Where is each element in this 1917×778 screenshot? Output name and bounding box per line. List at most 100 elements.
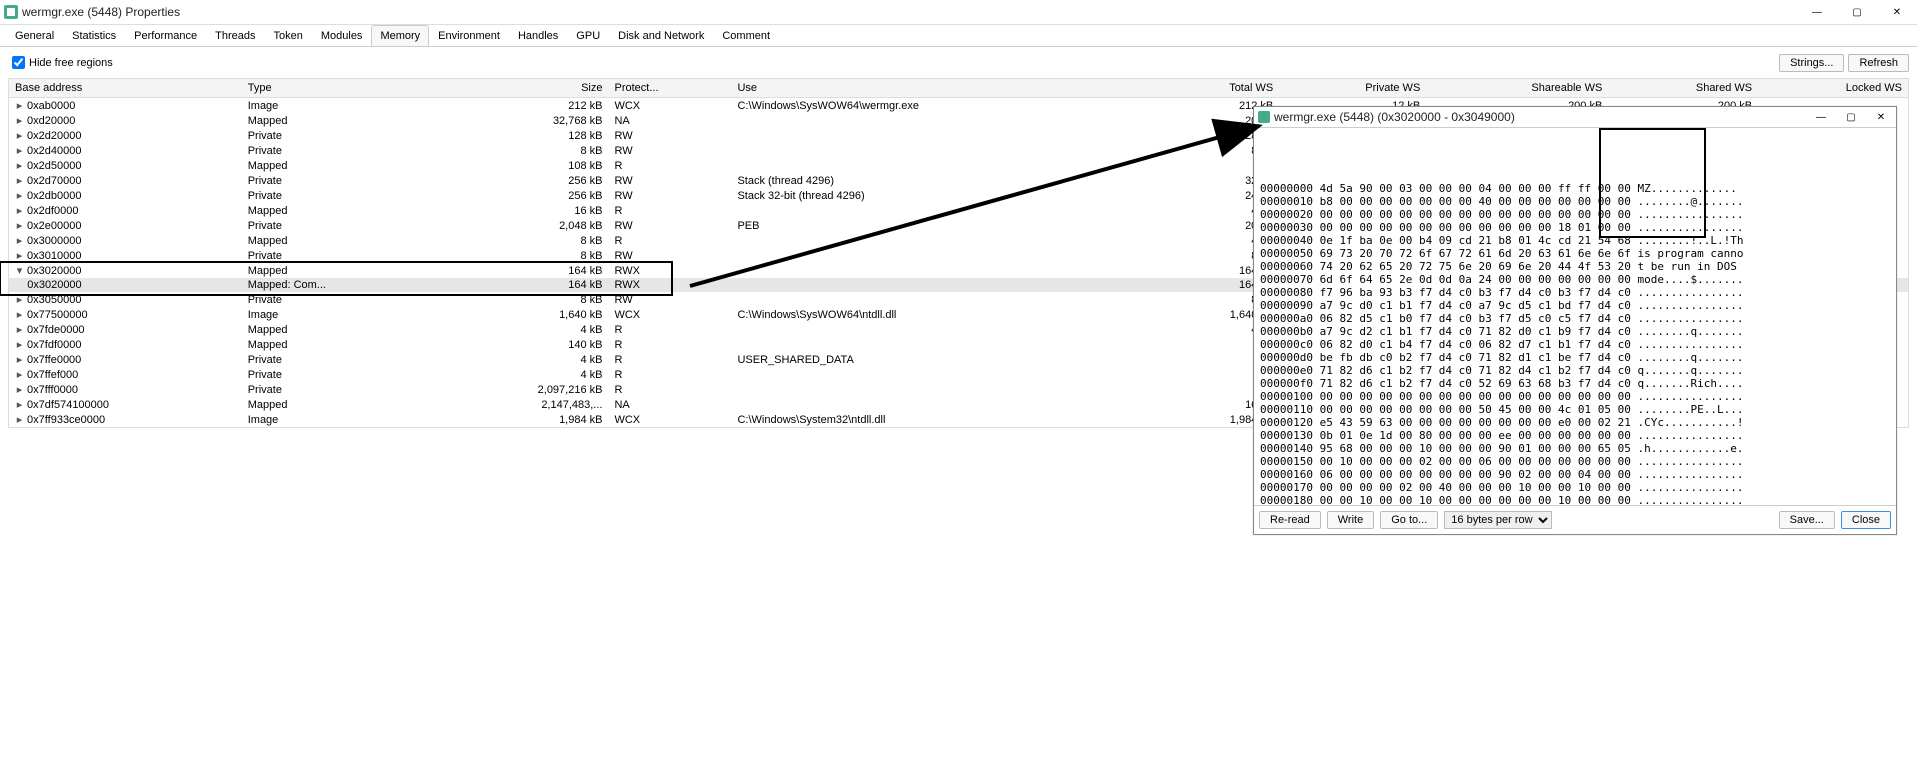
cell: R bbox=[608, 352, 731, 367]
goto-button[interactable]: Go to... bbox=[1380, 511, 1438, 529]
cell: R bbox=[608, 322, 731, 337]
cell: RW bbox=[608, 248, 731, 263]
tab-threads[interactable]: Threads bbox=[206, 25, 264, 46]
column-header[interactable]: Locked WS bbox=[1758, 79, 1908, 98]
column-header[interactable]: Type bbox=[242, 79, 440, 98]
cell: Mapped bbox=[242, 263, 440, 278]
tab-token[interactable]: Token bbox=[265, 25, 312, 46]
tab-comment[interactable]: Comment bbox=[713, 25, 779, 46]
tab-performance[interactable]: Performance bbox=[125, 25, 206, 46]
base-address-cell: ▸ 0x7df574100000 bbox=[9, 397, 242, 412]
cell: R bbox=[608, 337, 731, 352]
tab-modules[interactable]: Modules bbox=[312, 25, 372, 46]
close-hex-button[interactable]: Close bbox=[1841, 511, 1891, 529]
base-address-cell: ▸ 0x7fde0000 bbox=[9, 322, 242, 337]
cell: Private bbox=[242, 143, 440, 158]
cell: C:\Windows\System32\ntdll.dll bbox=[731, 412, 1156, 427]
cell bbox=[731, 322, 1156, 337]
minimize-button[interactable]: — bbox=[1797, 0, 1837, 24]
base-address-cell: ▸ 0x7ffef000 bbox=[9, 367, 242, 382]
cell: RWX bbox=[608, 278, 731, 292]
cell: R bbox=[608, 158, 731, 173]
refresh-button[interactable]: Refresh bbox=[1848, 54, 1909, 72]
cell: Private bbox=[242, 367, 440, 382]
cell: Mapped bbox=[242, 203, 440, 218]
column-header[interactable]: Use bbox=[731, 79, 1156, 98]
hex-close-button[interactable]: ✕ bbox=[1866, 107, 1896, 127]
close-button[interactable]: ✕ bbox=[1877, 0, 1917, 24]
base-address-cell: ▸ 0x2d50000 bbox=[9, 158, 242, 173]
tab-general[interactable]: General bbox=[6, 25, 63, 46]
cell bbox=[731, 233, 1156, 248]
cell: RW bbox=[608, 218, 731, 233]
cell: Mapped bbox=[242, 113, 440, 128]
base-address-cell: ▸ 0x2df0000 bbox=[9, 203, 242, 218]
cell: Image bbox=[242, 307, 440, 322]
tab-statistics[interactable]: Statistics bbox=[63, 25, 125, 46]
cell: 4 kB bbox=[440, 322, 609, 337]
cell: 16 kB bbox=[440, 203, 609, 218]
cell: 164 kB bbox=[440, 278, 609, 292]
save-button[interactable]: Save... bbox=[1779, 511, 1835, 529]
column-header[interactable]: Total WS bbox=[1156, 79, 1279, 98]
cell: 8 kB bbox=[440, 248, 609, 263]
cell: C:\Windows\SysWOW64\wermgr.exe bbox=[731, 98, 1156, 114]
column-header[interactable]: Protect... bbox=[608, 79, 731, 98]
tab-gpu[interactable]: GPU bbox=[567, 25, 609, 46]
cell: NA bbox=[608, 397, 731, 412]
cell: 108 kB bbox=[440, 158, 609, 173]
cell: 32,768 kB bbox=[440, 113, 609, 128]
hex-dump-area[interactable]: 00000000 4d 5a 90 00 03 00 00 00 04 00 0… bbox=[1254, 128, 1896, 505]
tab-memory[interactable]: Memory bbox=[371, 25, 429, 46]
cell: 2,097,216 kB bbox=[440, 382, 609, 397]
cell: Mapped bbox=[242, 233, 440, 248]
tab-handles[interactable]: Handles bbox=[509, 25, 567, 46]
cell: 4 kB bbox=[440, 352, 609, 367]
reread-button[interactable]: Re-read bbox=[1259, 511, 1321, 529]
cell: Private bbox=[242, 248, 440, 263]
cell: Mapped: Com... bbox=[242, 278, 440, 292]
bytes-per-row-select[interactable]: 16 bytes per row bbox=[1444, 511, 1552, 529]
tab-bar: GeneralStatisticsPerformanceThreadsToken… bbox=[0, 25, 1917, 47]
cell bbox=[731, 292, 1156, 307]
cell: Private bbox=[242, 188, 440, 203]
cell bbox=[731, 248, 1156, 263]
cell: Private bbox=[242, 382, 440, 397]
app-icon bbox=[1258, 111, 1270, 123]
hex-minimize-button[interactable]: — bbox=[1806, 107, 1836, 127]
hex-maximize-button[interactable]: ▢ bbox=[1836, 107, 1866, 127]
base-address-cell: ▸ 0x7ffe0000 bbox=[9, 352, 242, 367]
tab-environment[interactable]: Environment bbox=[429, 25, 509, 46]
hide-free-regions-checkbox[interactable] bbox=[12, 56, 25, 69]
base-address-cell: ▸ 0x2db0000 bbox=[9, 188, 242, 203]
write-button[interactable]: Write bbox=[1327, 511, 1374, 529]
cell: PEB bbox=[731, 218, 1156, 233]
app-icon bbox=[4, 5, 18, 19]
cell bbox=[731, 367, 1156, 382]
strings-button[interactable]: Strings... bbox=[1779, 54, 1844, 72]
cell bbox=[731, 278, 1156, 292]
hex-viewer-window[interactable]: wermgr.exe (5448) (0x3020000 - 0x3049000… bbox=[1253, 106, 1897, 535]
hide-free-regions-label: Hide free regions bbox=[29, 57, 113, 69]
base-address-cell: ▾ 0x3020000 bbox=[9, 263, 242, 278]
cell: RW bbox=[608, 292, 731, 307]
cell: 2,147,483,... bbox=[440, 397, 609, 412]
column-header[interactable]: Shared WS bbox=[1608, 79, 1758, 98]
cell bbox=[731, 263, 1156, 278]
cell: 1,640 kB bbox=[440, 307, 609, 322]
column-header[interactable]: Size bbox=[440, 79, 609, 98]
column-header[interactable]: Base address bbox=[9, 79, 242, 98]
cell: 164 kB bbox=[440, 263, 609, 278]
cell: RW bbox=[608, 173, 731, 188]
maximize-button[interactable]: ▢ bbox=[1837, 0, 1877, 24]
cell: C:\Windows\SysWOW64\ntdll.dll bbox=[731, 307, 1156, 322]
cell: R bbox=[608, 382, 731, 397]
cell: Private bbox=[242, 218, 440, 233]
cell: R bbox=[608, 367, 731, 382]
column-header[interactable]: Private WS bbox=[1279, 79, 1426, 98]
column-header[interactable]: Shareable WS bbox=[1426, 79, 1608, 98]
base-address-cell: ▸ 0x77500000 bbox=[9, 307, 242, 322]
cell: Private bbox=[242, 173, 440, 188]
base-address-cell: ▸ 0xd20000 bbox=[9, 113, 242, 128]
tab-disk-and-network[interactable]: Disk and Network bbox=[609, 25, 713, 46]
